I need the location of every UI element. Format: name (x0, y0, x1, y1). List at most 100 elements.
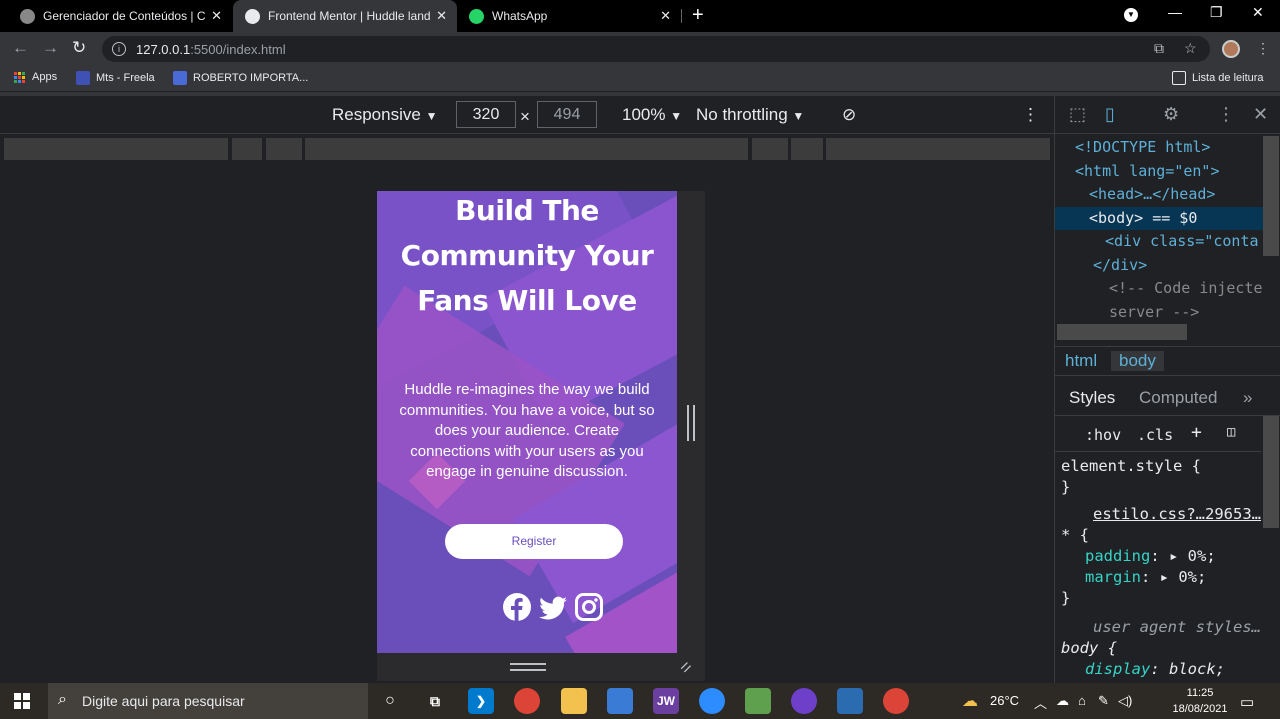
cls-toggle[interactable]: .cls (1137, 426, 1173, 444)
address-bar[interactable]: i 127.0.0.1:5500/index.html (102, 36, 1210, 62)
media-query-segment[interactable] (752, 138, 788, 160)
zoom-select[interactable]: 100% ▼ (622, 105, 682, 125)
bookmark-mts-freela[interactable]: Mts - Freela (76, 71, 155, 85)
more-tabs-icon[interactable]: » (1243, 388, 1252, 408)
height-input[interactable]: 494 (537, 101, 597, 128)
device-mode-select[interactable]: Responsive ▼ (332, 105, 437, 125)
tab-whatsapp[interactable]: WhatsApp ✕ (457, 0, 681, 32)
github-icon[interactable] (791, 688, 817, 714)
profile-avatar[interactable] (1222, 40, 1240, 58)
more-options-icon[interactable]: ⋮ (1022, 105, 1039, 125)
crumb-body[interactable]: body (1111, 351, 1164, 371)
rule-display[interactable]: display: block; (1061, 659, 1261, 680)
store-icon[interactable] (607, 688, 633, 714)
media-query-segment[interactable] (305, 138, 748, 160)
styles-scrollbar[interactable] (1263, 416, 1279, 528)
jw-icon[interactable]: JW (653, 688, 679, 714)
dom-head[interactable]: <head>…</head> (1055, 183, 1263, 207)
media-query-segment[interactable] (232, 138, 262, 160)
rule-padding[interactable]: padding: ▸ 0%; (1061, 546, 1261, 567)
chrome-icon[interactable] (514, 688, 540, 714)
notifications-icon[interactable]: ▭ (1240, 693, 1254, 711)
tab-styles[interactable]: Styles (1069, 388, 1115, 408)
facebook-icon[interactable] (502, 592, 532, 622)
settings-gear-icon[interactable]: ⚙ (1163, 104, 1179, 125)
close-devtools-icon[interactable]: ✕ (1253, 104, 1268, 125)
bottom-resize-handle[interactable]: = (377, 653, 705, 681)
weather-icon[interactable]: ☁ (962, 691, 978, 711)
tray-chevron-icon[interactable]: ︿ (1034, 693, 1047, 712)
close-tab-icon[interactable]: ✕ (211, 8, 222, 24)
reading-list[interactable]: Lista de leitura (1172, 71, 1264, 85)
inspect-element-icon[interactable]: ⬚ (1069, 104, 1086, 125)
speaker-icon[interactable]: ◁) (1118, 693, 1132, 709)
vscode-icon[interactable]: ❯ (468, 688, 494, 714)
bookmark-star-icon[interactable]: ☆ (1184, 40, 1197, 57)
dom-comment[interactable]: <!-- Code injecte (1055, 277, 1263, 301)
menu-icon[interactable]: ⋮ (1256, 40, 1270, 57)
dom-h-scrollbar[interactable] (1057, 324, 1187, 340)
styles-tabs: Styles Computed » (1055, 380, 1280, 416)
dom-doctype[interactable]: <!DOCTYPE html> (1055, 136, 1263, 160)
dom-scrollbar[interactable] (1263, 136, 1279, 256)
tab-frontend-mentor[interactable]: Frontend Mentor | Huddle landin ✕ (233, 0, 457, 32)
file-explorer-icon[interactable] (561, 688, 587, 714)
dom-body[interactable]: <body> == $0 (1055, 206, 1263, 230)
back-icon[interactable]: ← (12, 38, 29, 58)
media-query-segment[interactable] (791, 138, 823, 160)
device-toggle-icon[interactable]: ▯ (1105, 104, 1115, 125)
more-icon[interactable]: ⋮ (1217, 104, 1235, 125)
close-tab-icon[interactable]: ✕ (660, 8, 671, 24)
windows-start-icon[interactable] (14, 693, 30, 709)
media-query-segment[interactable] (826, 138, 1050, 160)
media-query-segment[interactable] (4, 138, 228, 160)
pen-icon[interactable]: ✎ (1098, 693, 1109, 709)
width-input[interactable]: 320 (456, 101, 516, 128)
forward-icon[interactable]: → (42, 38, 59, 58)
rule-selector[interactable]: * { (1061, 525, 1261, 546)
zoom-icon[interactable] (699, 688, 725, 714)
onedrive-icon[interactable]: ☁ (1056, 693, 1069, 709)
minimize-icon[interactable]: — (1168, 4, 1182, 20)
tab-computed[interactable]: Computed (1139, 388, 1217, 408)
bookmark-apps[interactable]: Apps (14, 71, 57, 83)
close-window-icon[interactable]: ✕ (1252, 4, 1264, 21)
rule-element-style[interactable]: element.style { (1061, 456, 1261, 477)
rule-body[interactable]: body { (1061, 638, 1261, 659)
register-button[interactable]: Register (445, 524, 623, 559)
hov-toggle[interactable]: :hov (1085, 426, 1121, 444)
media-query-segment[interactable] (266, 138, 302, 160)
new-tab-icon[interactable]: + (692, 4, 704, 27)
temperature[interactable]: 26°C (990, 693, 1019, 708)
right-resize-handle[interactable] (677, 191, 705, 653)
throttling-select[interactable]: No throttling ▼ (696, 105, 804, 125)
bookmark-roberto[interactable]: ROBERTO IMPORTA... (173, 71, 308, 85)
task-view-icon[interactable]: ⧉ (422, 688, 448, 714)
network-icon[interactable]: ⌂ (1078, 693, 1086, 708)
add-rule-icon[interactable]: + (1191, 422, 1202, 443)
node-icon[interactable] (745, 688, 771, 714)
instagram-icon[interactable] (574, 592, 604, 622)
rotate-icon[interactable]: ⊘ (842, 105, 856, 125)
corner-resize-icon[interactable]: = (675, 656, 697, 678)
rule-source-link[interactable]: estilo.css?…29653… (1061, 504, 1261, 525)
dom-div-close[interactable]: </div> (1055, 254, 1263, 278)
info-icon[interactable]: i (112, 42, 126, 56)
tab-search-icon[interactable]: ▼ (1124, 8, 1138, 22)
dom-html[interactable]: <html lang="en"> (1055, 160, 1263, 184)
photos-icon[interactable] (837, 688, 863, 714)
maximize-icon[interactable]: ❐ (1210, 4, 1223, 21)
chrome-profile-icon[interactable] (883, 688, 909, 714)
crumb-html[interactable]: html (1065, 351, 1097, 371)
cortana-icon[interactable]: ○ (377, 688, 403, 714)
twitter-icon[interactable] (538, 592, 568, 622)
close-tab-icon[interactable]: ✕ (436, 8, 447, 24)
sidebar-toggle-icon[interactable]: ◫ (1227, 424, 1235, 440)
dom-comment[interactable]: server --> (1055, 301, 1263, 325)
rule-margin[interactable]: margin: ▸ 0%; (1061, 567, 1261, 588)
tab-gerenciador[interactable]: Gerenciador de Conteúdos | C.F. ✕ (8, 0, 232, 32)
dom-div[interactable]: <div class="conta (1055, 230, 1263, 254)
clock[interactable]: 11:25 18/08/2021 (1170, 685, 1230, 717)
reload-icon[interactable]: ↻ (72, 38, 86, 58)
translate-icon[interactable]: ⧉ (1154, 40, 1164, 57)
